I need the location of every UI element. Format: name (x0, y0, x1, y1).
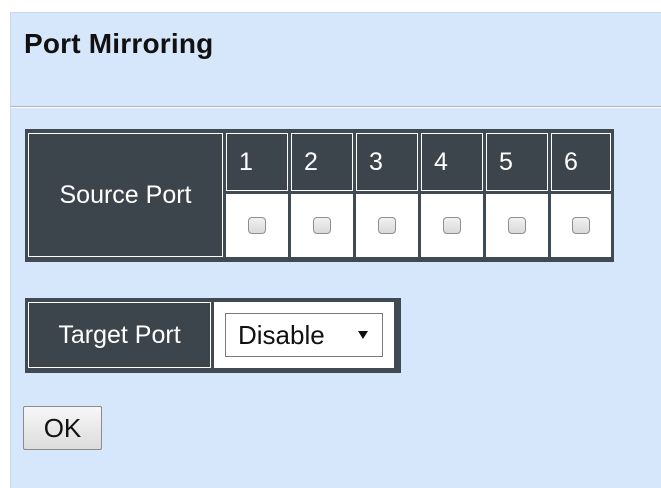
port-2-checkbox[interactable] (313, 217, 331, 234)
port-mirroring-panel: Port Mirroring Source Port 1 2 3 4 5 6 T… (10, 12, 661, 488)
port-number: 3 (369, 147, 383, 176)
source-port-label: Source Port (28, 133, 223, 257)
port-header-4: 4 (421, 133, 483, 191)
target-port-selected-value: Disable (238, 319, 325, 350)
port-1-checkbox[interactable] (248, 217, 266, 234)
port-checkbox-cell-6 (551, 194, 611, 257)
port-checkbox-cell-5 (486, 194, 548, 257)
port-4-checkbox[interactable] (443, 217, 461, 234)
target-port-select-cell: Disable (214, 302, 394, 368)
target-port-table: Target Port Disable (25, 298, 401, 373)
port-5-checkbox[interactable] (508, 217, 526, 234)
source-port-table: Source Port 1 2 3 4 5 6 (25, 129, 614, 262)
port-3-checkbox[interactable] (378, 217, 396, 234)
title-divider (11, 106, 661, 108)
port-number: 6 (564, 147, 578, 176)
ok-button[interactable]: OK (23, 406, 102, 450)
target-port-select[interactable]: Disable (225, 313, 383, 357)
port-number: 4 (434, 147, 448, 176)
port-6-checkbox[interactable] (572, 217, 590, 234)
port-header-6: 6 (551, 133, 611, 191)
port-header-1: 1 (226, 133, 288, 191)
port-header-3: 3 (356, 133, 418, 191)
port-number: 2 (304, 147, 318, 176)
port-header-5: 5 (486, 133, 548, 191)
dropdown-arrow-icon (358, 331, 368, 339)
port-checkbox-cell-4 (421, 194, 483, 257)
page-title: Port Mirroring (24, 28, 214, 59)
port-checkbox-cell-1 (226, 194, 288, 257)
port-checkbox-cell-3 (356, 194, 418, 257)
port-checkbox-cell-2 (291, 194, 353, 257)
port-number: 1 (239, 147, 253, 176)
target-port-label: Target Port (28, 302, 211, 368)
port-header-2: 2 (291, 133, 353, 191)
port-number: 5 (499, 147, 513, 176)
